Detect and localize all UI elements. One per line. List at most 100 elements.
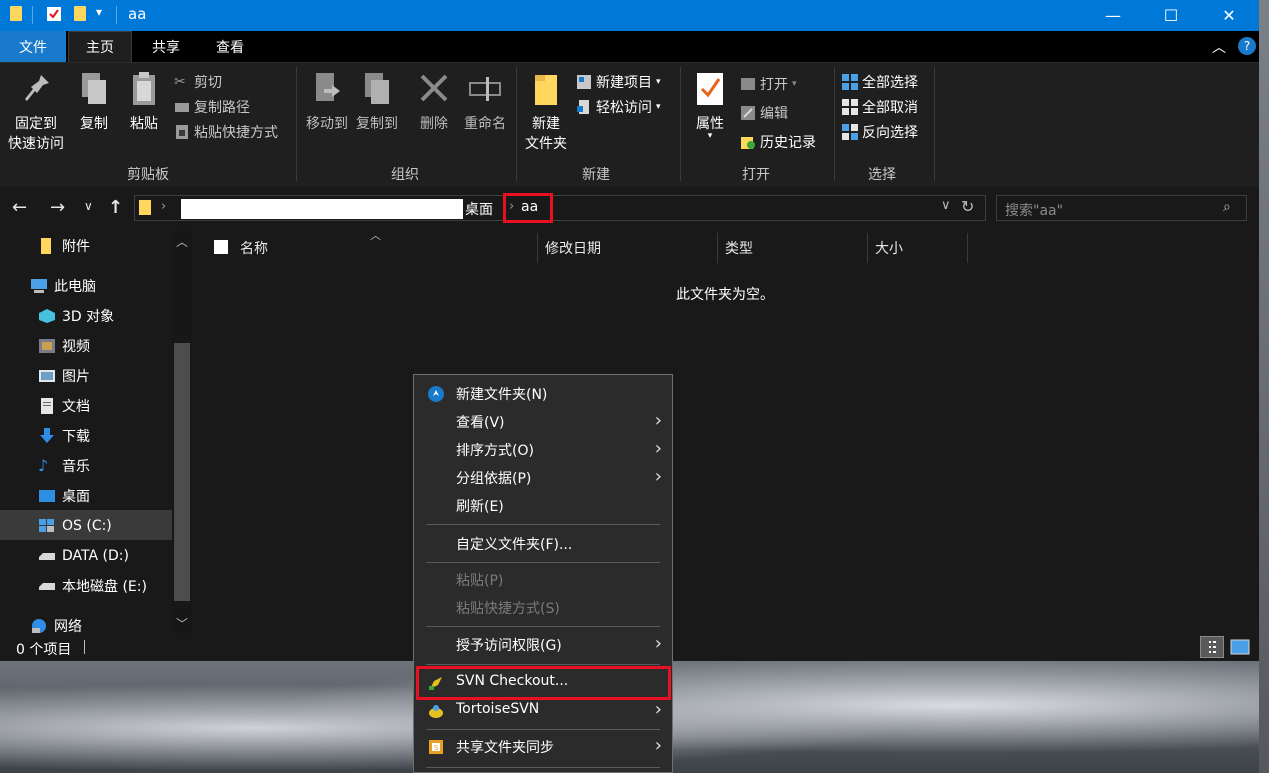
nav-item-attachments[interactable]: 附件 [38,235,90,257]
paste-button[interactable]: 粘贴 [124,71,164,133]
up-arrow-icon[interactable]: ↑ [108,197,123,218]
ribbon-separator [680,67,681,181]
tab-home[interactable]: 主页 [68,31,132,62]
column-header-type[interactable]: 类型 [725,238,753,258]
column-header-name[interactable]: 名称 [240,238,268,258]
nav-item-drive-d[interactable]: DATA (D:) [38,545,129,567]
menu-item-new-folder[interactable]: 新建文件夹(N) [414,380,672,408]
open-dropdown-icon: ▾ [792,79,797,89]
help-icon[interactable]: ? [1238,37,1256,55]
copy-to-button[interactable]: 复制到 [352,71,402,133]
pin-label-line2: 快速访问 [8,136,64,152]
new-group-label: 新建 [582,167,610,183]
window-title: aa [128,5,147,23]
tab-share[interactable]: 共享 [136,31,196,62]
properties-check-icon[interactable] [46,6,62,22]
menu-item-label: 共享文件夹同步 [456,740,554,756]
minimize-button[interactable]: — [1090,0,1136,31]
nav-item-this-pc[interactable]: 此电脑 [30,275,96,297]
column-header-date-modified[interactable]: 修改日期 [545,238,601,258]
back-arrow-icon[interactable]: ← [12,197,27,218]
menu-item-paste-shortcut[interactable]: 粘贴快捷方式(S) [414,594,672,622]
select-none-button[interactable]: 全部取消 [842,96,918,118]
menu-item-tortoisesvn[interactable]: TortoiseSVN › [414,697,672,725]
delete-button[interactable]: 删除 [414,71,454,133]
folder-icon [8,6,24,22]
history-button[interactable]: 历史记录 [740,131,816,153]
recent-locations-chevron-icon[interactable]: ∨ [84,199,93,213]
paste-shortcut-button[interactable]: 粘贴快捷方式 [174,121,278,143]
menu-item-sort-by[interactable]: 排序方式(O) › [414,436,672,464]
column-separator[interactable] [717,233,718,263]
forward-arrow-icon[interactable]: → [50,197,65,218]
large-icons-view-icon[interactable] [1230,638,1250,656]
nav-item-pictures[interactable]: 图片 [38,365,90,387]
scroll-down-chevron-icon[interactable]: ﹀ [176,615,188,632]
nav-item-3d-objects[interactable]: 3D 对象 [38,305,114,327]
menu-item-group-by[interactable]: 分组依据(P) › [414,464,672,492]
nav-item-label: 音乐 [62,459,90,475]
details-view-icon[interactable] [1200,636,1224,658]
copy-button[interactable]: 复制 [74,71,114,133]
move-to-button[interactable]: 移动到 [302,71,352,133]
new-item-button[interactable]: 新建项目 ▾ [576,71,661,93]
paste-icon [127,71,161,107]
nav-item-label: 文档 [62,399,90,415]
menu-item-paste[interactable]: 粘贴(P) [414,566,672,594]
nav-item-desktop[interactable]: 桌面 [38,485,90,507]
select-all-checkbox[interactable] [214,240,228,254]
tab-view[interactable]: 查看 [200,31,260,62]
properties-icon [693,71,727,107]
select-all-button[interactable]: 全部选择 [842,71,918,93]
nav-item-downloads[interactable]: 下载 [38,425,90,447]
customize-quick-access-icon[interactable]: ▾ [96,5,102,19]
menu-item-view[interactable]: 查看(V) › [414,408,672,436]
easy-access-label: 轻松访问 [596,100,652,116]
cut-button[interactable]: ✂ 剪切 [174,71,222,93]
menu-item-shared-folder-sync[interactable]: S 共享文件夹同步 › [414,733,672,761]
new-item-icon [576,74,592,90]
easy-access-button[interactable]: 轻松访问 ▾ [576,96,661,118]
column-header-size[interactable]: 大小 [875,238,903,258]
nav-item-label: 此电脑 [54,279,96,295]
nav-item-drive-c[interactable]: OS (C:) [38,515,112,537]
navigation-pane: 附件 此电脑 3D 对象 视频 图片 文档 下载 ♪ 音乐 桌面 OS (C:)… [0,231,194,635]
search-box[interactable]: 搜索"aa" ⌕ [996,195,1247,221]
scroll-thumb[interactable] [174,343,190,601]
nav-item-drive-e[interactable]: 本地磁盘 (E:) [38,575,147,597]
copy-label: 复制 [80,116,108,132]
close-button[interactable]: ✕ [1206,0,1252,31]
address-bar[interactable]: › 桌面 › aa ∨ ↻ [134,193,986,223]
new-folder-button[interactable]: 新建 文件夹 [520,71,572,153]
collapse-ribbon-icon[interactable]: ︿ [1212,37,1226,57]
file-list[interactable]: ︿ 名称 修改日期 类型 大小 此文件夹为空。 [196,229,1259,633]
copy-path-button[interactable]: 复制路径 [174,96,250,118]
document-icon [38,398,56,414]
column-separator[interactable] [967,233,968,263]
pin-to-quick-access-button[interactable]: 固定到 快速访问 [4,71,68,153]
column-separator[interactable] [867,233,868,263]
column-separator[interactable] [537,233,538,263]
breadcrumb-desktop[interactable]: 桌面 [465,199,493,219]
ribbon-separator [296,67,297,181]
nav-item-documents[interactable]: 文档 [38,395,90,417]
rename-button[interactable]: 重命名 [460,71,510,133]
invert-selection-button[interactable]: 反向选择 [842,121,918,143]
menu-item-give-access[interactable]: 授予访问权限(G) › [414,631,672,659]
address-dropdown-chevron-icon[interactable]: ∨ [941,198,951,213]
edit-button[interactable]: 编辑 [740,102,788,124]
nav-item-videos[interactable]: 视频 [38,335,90,357]
scroll-up-chevron-icon[interactable]: ︿ [176,233,188,250]
refresh-icon[interactable]: ↻ [961,197,974,216]
history-label: 历史记录 [760,135,816,151]
menu-item-customize-folder[interactable]: 自定义文件夹(F)... [414,530,672,558]
new-folder-quick-icon[interactable] [72,6,88,22]
tab-file[interactable]: 文件 [0,31,66,62]
menu-item-refresh[interactable]: 刷新(E) [414,492,672,520]
nav-item-music[interactable]: ♪ 音乐 [38,455,90,477]
open-button[interactable]: 打开 ▾ [740,73,797,95]
nav-scrollbar[interactable]: ︿ ﹀ [172,231,192,633]
maximize-button[interactable]: ☐ [1148,0,1194,31]
search-icon[interactable]: ⌕ [1223,199,1231,215]
properties-button[interactable]: 属性 ▾ [688,71,732,141]
